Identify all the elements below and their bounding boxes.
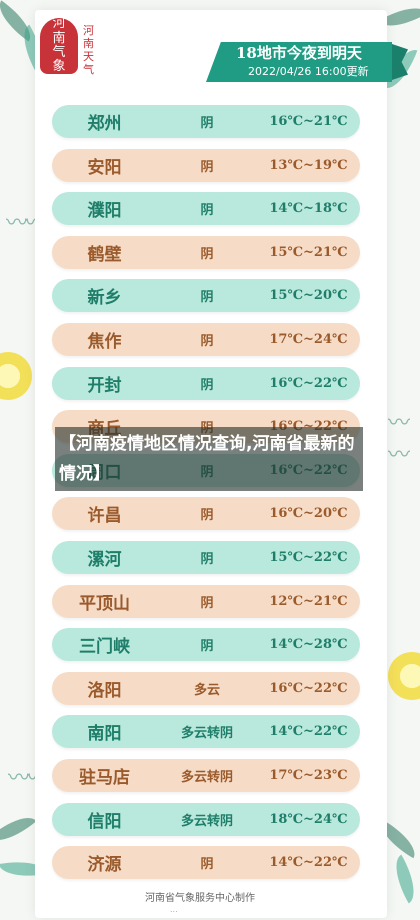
city-name: 济源 (87, 855, 122, 876)
temperature-range: 17℃~24℃ (269, 332, 348, 347)
lemon-decoration (388, 652, 420, 700)
city-name: 新乡 (87, 288, 122, 309)
weather-condition: 阴 (200, 552, 214, 567)
seal-char: 气 (52, 45, 66, 60)
seal-char: 河 (52, 16, 66, 32)
temperature-range: 15℃~22℃ (269, 550, 348, 565)
temperature-range: 15℃~20℃ (269, 288, 348, 304)
forecast-row: 三门峡 阴 14℃~28℃ (52, 628, 360, 662)
city-name: 三门峡 (79, 637, 130, 658)
weather-condition: 阴 (200, 377, 214, 393)
temperature-range: 12℃~21℃ (269, 593, 348, 609)
weather-condition: 阴 (200, 595, 214, 611)
city-name: 许昌 (87, 506, 122, 527)
temperature-range: 16℃~22℃ (269, 680, 348, 696)
forecast-row: 平顶山 阴 12℃~21℃ (52, 584, 360, 618)
city-name: 信阳 (87, 811, 122, 832)
wave-decoration: 〰〰 (388, 411, 410, 468)
forecast-row: 鹤壁 阴 15℃~21℃ (52, 235, 360, 269)
city-name: 平顶山 (79, 593, 130, 614)
city-name: 驻马店 (79, 768, 130, 788)
city-name: 南阳 (87, 724, 122, 745)
city-name: 安阳 (87, 157, 122, 178)
city-name: 焦作 (87, 332, 122, 352)
temperature-range: 14℃~22℃ (269, 855, 348, 871)
weather-condition: 阴 (200, 639, 214, 655)
forecast-row: 洛阳 多云 16℃~22℃ (52, 671, 360, 705)
temperature-range: 18℃~24℃ (269, 811, 348, 827)
lemon-decoration (0, 352, 32, 400)
seal-char: 象 (52, 59, 66, 75)
city-name: 鹤壁 (87, 244, 122, 265)
temperature-range: 16℃~21℃ (269, 114, 348, 129)
forecast-row: 开封 阴 16℃~22℃ (52, 366, 360, 400)
weather-condition: 多云 (193, 682, 220, 698)
forecast-row: 漯河 阴 15℃~22℃ (52, 541, 360, 574)
city-name: 漯河 (87, 550, 122, 570)
temperature-range: 14℃~18℃ (269, 201, 348, 217)
header-datetime: 2022/04/26 16:00更新 (248, 65, 369, 78)
weather-condition: 多云转阴 (180, 770, 233, 785)
weather-condition: 多云转阴 (180, 813, 233, 829)
temperature-range: 13℃~19℃ (269, 157, 348, 173)
city-name: 郑州 (87, 114, 122, 134)
city-name: 濮阳 (87, 201, 122, 222)
city-name: 开封 (87, 375, 122, 396)
city-name: 洛阳 (87, 680, 122, 701)
overlay-caption: 【河南疫情地区情况查询,河南省最新的情况】 (55, 427, 363, 491)
weather-condition: 阴 (200, 159, 214, 175)
brand-name: 河南天气 (83, 24, 94, 76)
weather-condition: 阴 (200, 246, 214, 262)
weather-condition: 阴 (200, 116, 214, 131)
weather-seal-logo: 河 南 气 象 (40, 16, 78, 75)
forecast-row: 新乡 阴 15℃~20℃ (52, 279, 360, 313)
forecast-row: 信阳 多云转阴 18℃~24℃ (52, 802, 360, 836)
header-title: 18地市今夜到明天 (236, 44, 362, 62)
weather-condition: 阴 (200, 508, 214, 524)
temperature-range: 16℃~20℃ (269, 506, 348, 522)
footer-credit: 河南省气象服务中心制作 (145, 893, 255, 904)
leaf-decoration (0, 807, 37, 851)
temperature-range: 14℃~28℃ (269, 637, 348, 653)
forecast-row: 焦作 阴 17℃~24℃ (52, 323, 360, 356)
temperature-range: 16℃~22℃ (269, 375, 348, 391)
forecast-row: 濮阳 阴 14℃~18℃ (52, 192, 360, 226)
forecast-row: 南阳 多云转阴 14℃~22℃ (52, 715, 360, 749)
weather-condition: 阴 (200, 334, 214, 349)
weather-condition: 多云转阴 (180, 726, 233, 742)
weather-condition: 阴 (200, 857, 214, 873)
footer-sub: ... (170, 905, 178, 914)
temperature-range: 14℃~22℃ (269, 724, 348, 740)
forecast-row: 许昌 阴 16℃~20℃ (52, 497, 360, 531)
seal-char: 南 (52, 30, 66, 46)
weather-condition: 阴 (200, 203, 214, 219)
forecast-row: 驻马店 多云转阴 17℃~23℃ (52, 759, 360, 792)
forecast-row: 济源 阴 14℃~22℃ (52, 846, 360, 880)
forecast-row: 郑州 阴 16℃~21℃ (52, 105, 360, 138)
weather-condition: 阴 (200, 290, 214, 306)
forecast-row: 安阳 阴 13℃~19℃ (52, 148, 360, 182)
leaf-decoration (385, 854, 420, 904)
temperature-range: 15℃~21℃ (269, 244, 348, 260)
temperature-range: 17℃~23℃ (269, 768, 348, 783)
